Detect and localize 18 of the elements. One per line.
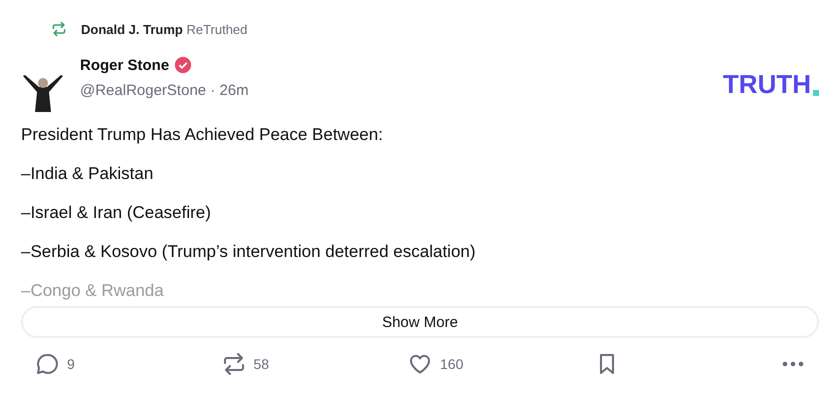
comment-icon[interactable] xyxy=(35,352,59,376)
retruth-label: Donald J. Trump ReTruthed xyxy=(81,22,248,36)
heart-icon[interactable] xyxy=(408,352,432,376)
action-count: 58 xyxy=(254,356,270,372)
post-text: –Congo & Rwanda xyxy=(21,280,165,302)
truth-logo: TRUTH xyxy=(722,69,819,100)
repost-icon[interactable] xyxy=(222,352,246,376)
post-text: –India & Pakistan xyxy=(21,163,154,185)
post-text: President Trump Has Achieved Peace Between: xyxy=(21,124,384,146)
author-name[interactable]: Roger Stone xyxy=(80,56,170,74)
more-icon[interactable] xyxy=(781,360,805,368)
repost-icon xyxy=(51,21,67,37)
action-count: 9 xyxy=(67,356,75,372)
post-text: –Serbia & Kosovo (Trump’s intervention deterred escalation) xyxy=(21,241,477,263)
handle-and-time: @RealRogerStone · 26m xyxy=(80,82,249,99)
action-count: 160 xyxy=(440,356,464,372)
show-more-button[interactable]: Show More xyxy=(21,306,819,338)
post-text: –Israel & Iran (Ceasefire) xyxy=(21,202,212,224)
